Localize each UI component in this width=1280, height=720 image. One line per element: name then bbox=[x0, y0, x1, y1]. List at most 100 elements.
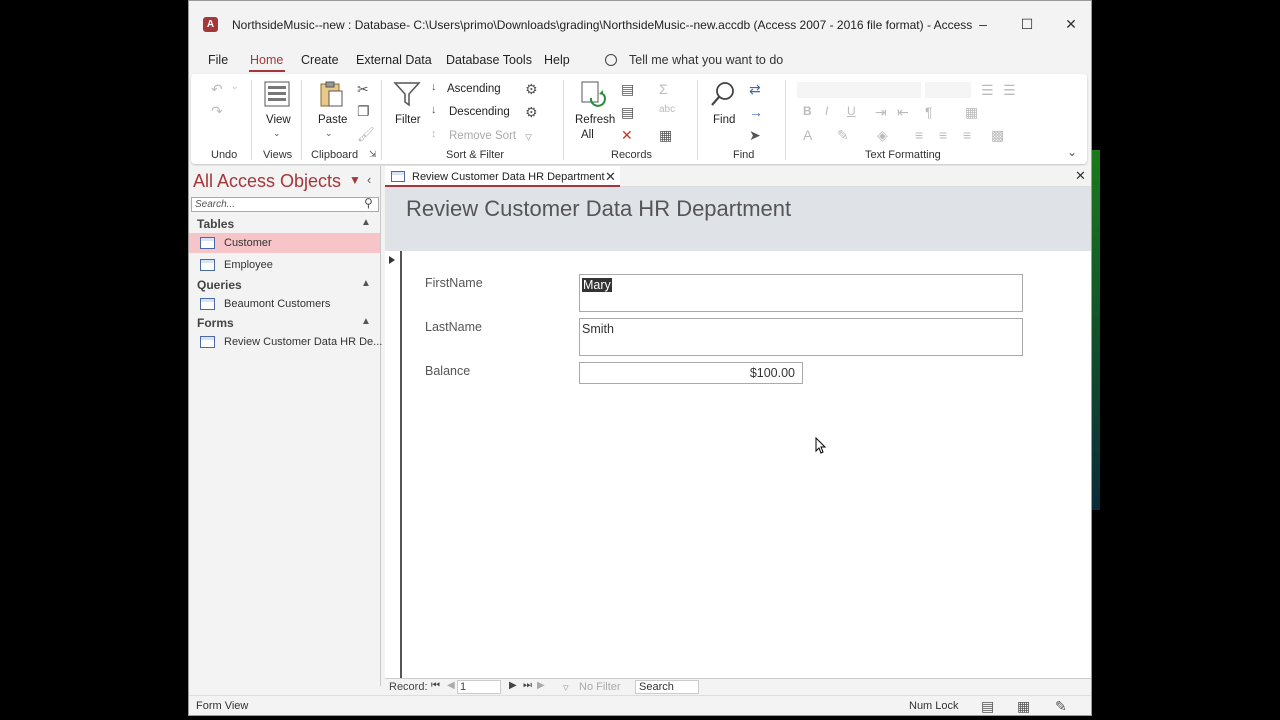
decrease-indent-icon[interactable]: ⇤ bbox=[897, 105, 909, 119]
new-record-nav-icon[interactable]: ▶ bbox=[537, 680, 545, 691]
view-icon[interactable] bbox=[263, 80, 291, 108]
menu-home[interactable]: Home bbox=[250, 53, 283, 67]
format-painter-icon[interactable]: 🖌 bbox=[357, 127, 375, 141]
copy-icon[interactable]: ❐ bbox=[357, 104, 370, 118]
paste-icon[interactable] bbox=[317, 80, 345, 108]
first-record-icon[interactable]: ⏮ bbox=[431, 680, 440, 691]
delete-record-icon[interactable]: ✕ bbox=[621, 128, 633, 142]
record-search-input[interactable]: Search bbox=[635, 680, 699, 694]
underline-icon[interactable]: U bbox=[847, 105, 856, 117]
menu-help[interactable]: Help bbox=[544, 53, 570, 67]
nav-item-customer[interactable]: Customer bbox=[189, 233, 380, 253]
nav-item-beaumont-customers[interactable]: Beaumont Customers bbox=[189, 294, 380, 314]
close-tab-icon[interactable]: ✕ bbox=[605, 169, 616, 185]
refresh-icon[interactable] bbox=[579, 80, 607, 108]
sort-descending-icon[interactable]: ↓ bbox=[431, 105, 437, 116]
totals-icon[interactable]: Σ bbox=[659, 82, 668, 96]
no-filter-icon[interactable]: ▿ bbox=[563, 681, 569, 694]
collapse-forms-icon[interactable]: ▲ bbox=[361, 316, 371, 327]
section-queries[interactable]: Queries bbox=[197, 278, 242, 292]
toggle-filter-icon[interactable]: ▿ bbox=[525, 129, 532, 143]
highlight-icon[interactable]: ✎ bbox=[837, 128, 849, 142]
find-icon[interactable] bbox=[709, 80, 737, 108]
sort-ascending-icon[interactable]: ↓ bbox=[431, 82, 437, 93]
close-document-icon[interactable]: ✕ bbox=[1075, 168, 1086, 184]
save-record-icon[interactable]: ▤ bbox=[621, 105, 634, 119]
section-forms[interactable]: Forms bbox=[197, 316, 234, 330]
view-dropdown-icon[interactable]: ⌄ bbox=[273, 129, 281, 138]
next-record-icon[interactable]: ▶ bbox=[509, 680, 517, 691]
menu-create[interactable]: Create bbox=[301, 53, 339, 67]
lastname-field[interactable]: Smith bbox=[579, 318, 1023, 356]
align-right-icon[interactable]: ≡ bbox=[963, 128, 971, 142]
tell-me-box[interactable]: Tell me what you want to do bbox=[629, 53, 783, 67]
replace-icon[interactable]: ⇄ bbox=[749, 82, 761, 96]
cut-icon[interactable]: ✂ bbox=[357, 82, 369, 96]
nav-menu-icon[interactable]: ▼ bbox=[349, 173, 361, 187]
spelling-icon[interactable]: abc bbox=[659, 105, 675, 115]
shutter-bar-icon[interactable]: ‹ bbox=[367, 172, 371, 187]
firstname-field[interactable]: Mary bbox=[579, 274, 1023, 312]
nav-item-employee[interactable]: Employee bbox=[189, 255, 380, 275]
remove-sort-icon[interactable]: ↕ bbox=[431, 129, 437, 140]
font-color-icon[interactable]: A bbox=[803, 128, 812, 142]
maximize-button[interactable]: ☐ bbox=[1005, 11, 1049, 37]
current-record-input[interactable]: 1 bbox=[457, 680, 501, 694]
form-view-icon[interactable]: ▤ bbox=[981, 698, 994, 715]
bold-icon[interactable]: B bbox=[803, 105, 812, 117]
menu-external-data[interactable]: External Data bbox=[356, 53, 432, 67]
balance-field[interactable]: $100.00 bbox=[579, 362, 803, 384]
align-left-icon[interactable]: ≡ bbox=[915, 128, 923, 142]
refresh-button[interactable]: Refresh bbox=[575, 114, 615, 126]
tab-review-customer-data[interactable]: Review Customer Data HR Department ✕ bbox=[385, 166, 620, 187]
bullets-icon[interactable]: ☰ bbox=[981, 83, 994, 97]
new-record-icon[interactable]: ▤ bbox=[621, 82, 634, 96]
nav-pane-title[interactable]: All Access Objects bbox=[193, 171, 341, 192]
collapse-tables-icon[interactable]: ▲ bbox=[361, 217, 371, 228]
numbering-icon[interactable]: ☰ bbox=[1003, 83, 1016, 97]
menu-file[interactable]: File bbox=[208, 53, 228, 67]
view-button[interactable]: View bbox=[266, 114, 291, 126]
remove-sort-button[interactable]: Remove Sort bbox=[449, 130, 516, 142]
selection-filter-icon[interactable]: ⚙ bbox=[525, 82, 538, 96]
nav-item-review-form[interactable]: Review Customer Data HR De... bbox=[189, 332, 382, 352]
font-size-box[interactable] bbox=[925, 82, 971, 98]
redo-icon[interactable]: ↷ bbox=[211, 104, 223, 118]
nav-search-input[interactable]: Search... bbox=[191, 197, 379, 212]
more-records-icon[interactable]: ▦ bbox=[659, 128, 672, 142]
ascending-button[interactable]: Ascending bbox=[447, 83, 501, 95]
undo-dropdown-icon[interactable]: ⌄ bbox=[231, 82, 239, 91]
undo-icon[interactable]: ↶ bbox=[211, 82, 223, 96]
clipboard-launcher-icon[interactable]: ⇲ bbox=[369, 150, 377, 159]
minimize-button[interactable]: – bbox=[961, 11, 1005, 37]
paste-dropdown-icon[interactable]: ⌄ bbox=[325, 129, 333, 138]
record-selector[interactable] bbox=[385, 251, 402, 681]
layout-view-icon[interactable]: ▦ bbox=[1017, 698, 1030, 715]
select-icon[interactable]: ➤ bbox=[749, 128, 761, 142]
search-icon[interactable]: ⚲ bbox=[364, 196, 373, 210]
go-to-icon[interactable]: → bbox=[749, 105, 763, 119]
collapse-ribbon-icon[interactable]: ⌄ bbox=[1067, 146, 1077, 158]
conditional-format-icon[interactable]: ▩ bbox=[991, 128, 1004, 142]
filter-icon[interactable] bbox=[393, 80, 421, 108]
menu-database-tools[interactable]: Database Tools bbox=[446, 53, 532, 67]
paste-button[interactable]: Paste bbox=[318, 114, 347, 126]
find-button[interactable]: Find bbox=[713, 114, 735, 126]
close-window-button[interactable]: ✕ bbox=[1049, 11, 1091, 37]
align-center-icon[interactable]: ≡ bbox=[939, 128, 947, 142]
fill-color-icon[interactable]: ◈ bbox=[877, 128, 888, 142]
refresh-all-dropdown[interactable]: All bbox=[581, 129, 594, 141]
filter-status[interactable]: No Filter bbox=[579, 681, 621, 693]
section-tables[interactable]: Tables bbox=[197, 217, 234, 231]
increase-indent-icon[interactable]: ⇥ bbox=[875, 105, 887, 119]
italic-icon[interactable]: I bbox=[825, 105, 828, 117]
advanced-filter-icon[interactable]: ⚙ bbox=[525, 105, 538, 119]
gridlines-icon[interactable]: ▦ bbox=[965, 105, 978, 119]
previous-record-icon[interactable]: ◀ bbox=[447, 680, 455, 691]
font-name-box[interactable] bbox=[797, 82, 921, 98]
descending-button[interactable]: Descending bbox=[449, 106, 510, 118]
collapse-queries-icon[interactable]: ▲ bbox=[361, 278, 371, 289]
last-record-icon[interactable]: ⏭ bbox=[523, 680, 532, 691]
paragraph-icon[interactable]: ¶ bbox=[925, 105, 933, 119]
design-view-icon[interactable]: ✎ bbox=[1055, 698, 1067, 715]
